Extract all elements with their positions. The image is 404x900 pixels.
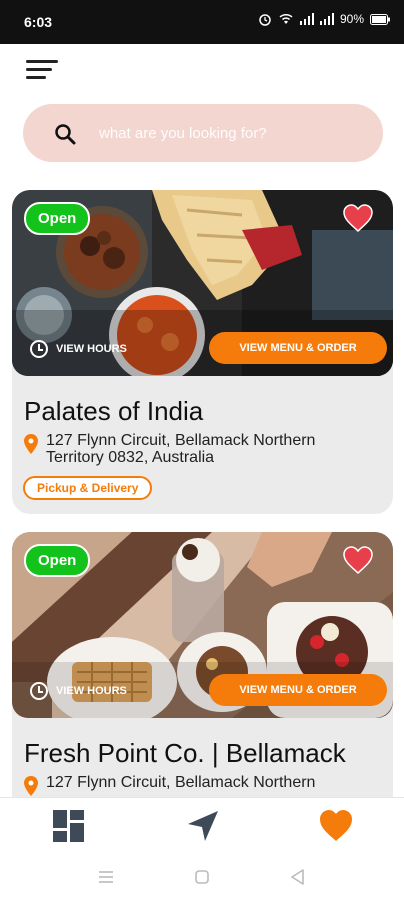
clock-icon (30, 340, 48, 358)
restaurant-address: 127 Flynn Circuit, Bellamack Northern Te… (24, 432, 366, 466)
restaurant-image: Open VIEW HOURS VIEW MENU & ORDER (12, 532, 393, 718)
home-square-icon[interactable] (192, 867, 212, 887)
status-bar: 6:03 90% (0, 0, 404, 44)
restaurant-image: Open VIEW HOURS VIEW MENU & ORDER (12, 190, 393, 376)
battery-icon (370, 13, 390, 25)
heart-icon[interactable] (318, 808, 354, 844)
open-status-badge: Open (24, 202, 91, 235)
clock-icon (30, 682, 48, 700)
menu-button[interactable] (26, 58, 62, 84)
view-hours-button[interactable]: VIEW HOURS (30, 682, 127, 700)
view-menu-order-button[interactable]: VIEW MENU & ORDER (209, 332, 387, 364)
address-text: 127 Flynn Circuit, Bellamack Northern Te… (46, 432, 316, 466)
back-triangle-icon[interactable] (288, 867, 308, 887)
location-pin-icon (24, 434, 38, 454)
favorite-heart-icon[interactable] (343, 204, 373, 232)
system-navigation (0, 857, 404, 900)
view-menu-order-button[interactable]: VIEW MENU & ORDER (209, 674, 387, 706)
view-hours-label: VIEW HOURS (56, 685, 127, 697)
menu-line (26, 76, 46, 79)
search-input[interactable] (99, 116, 359, 150)
menu-lines-icon[interactable] (96, 867, 116, 887)
restaurant-address: 127 Flynn Circuit, Bellamack Northern (24, 774, 366, 796)
bottom-navigation (0, 797, 404, 857)
status-icons: 90% (258, 12, 390, 26)
signal-icon-2 (319, 13, 334, 25)
open-status-badge: Open (24, 544, 91, 577)
signal-icon (299, 13, 314, 25)
navigation-arrow-icon[interactable] (185, 808, 221, 844)
grid-icon[interactable] (51, 808, 87, 844)
alarm-icon (259, 14, 271, 26)
restaurant-name[interactable]: Palates of India (24, 396, 203, 427)
restaurant-name[interactable]: Fresh Point Co. | Bellamack (24, 738, 346, 769)
service-badge: Pickup & Delivery (23, 476, 153, 500)
view-hours-label: VIEW HOURS (56, 343, 127, 355)
wifi-icon (279, 13, 293, 24)
view-hours-button[interactable]: VIEW HOURS (30, 340, 127, 358)
menu-line (26, 68, 52, 71)
battery-text: 90% (339, 12, 364, 26)
restaurant-card[interactable]: Open VIEW HOURS VIEW MENU & ORDER Palate… (12, 190, 393, 514)
address-text: 127 Flynn Circuit, Bellamack Northern (46, 774, 316, 791)
search-bar (23, 104, 383, 162)
menu-line (26, 60, 58, 63)
favorite-heart-icon[interactable] (343, 546, 373, 574)
location-pin-icon (24, 776, 38, 796)
status-time: 6:03 (24, 14, 53, 30)
restaurant-card[interactable]: Open VIEW HOURS VIEW MENU & ORDER Fresh … (12, 532, 393, 832)
search-icon[interactable] (53, 122, 77, 146)
